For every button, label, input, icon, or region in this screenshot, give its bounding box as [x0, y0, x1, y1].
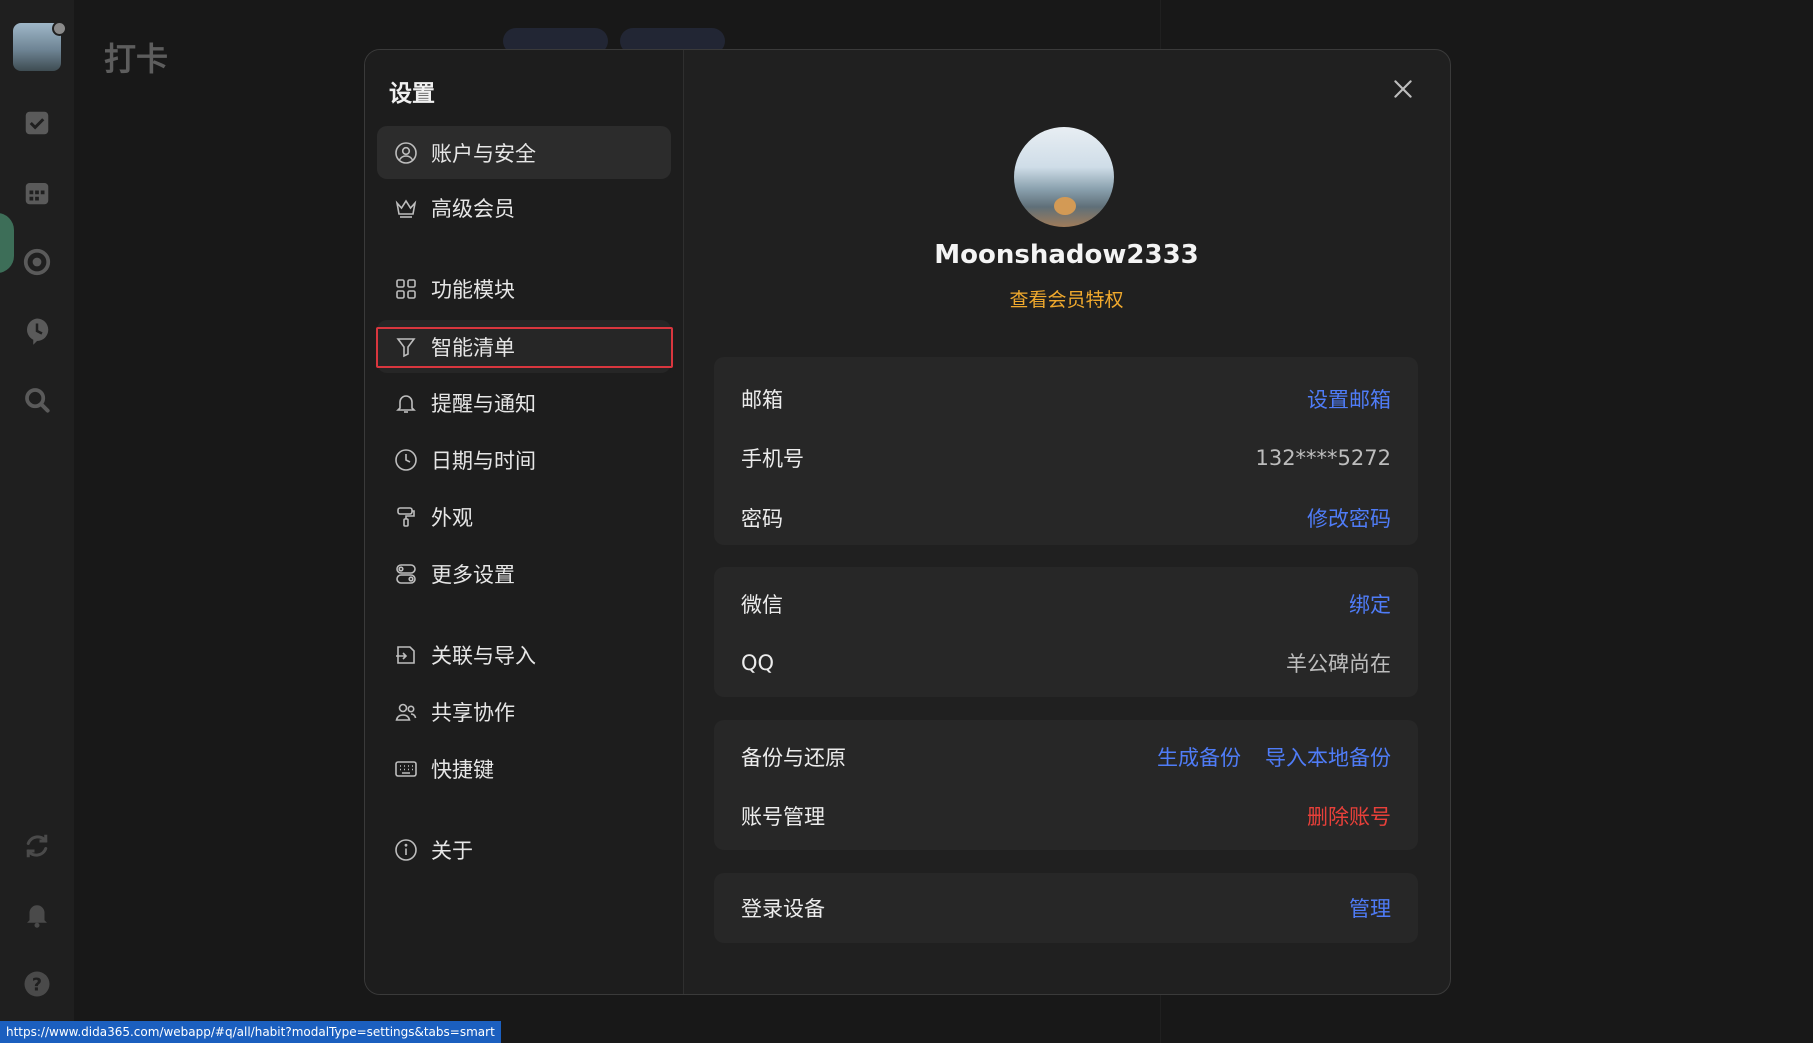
nav-label: 账户与安全	[431, 141, 536, 166]
set-email-link[interactable]: 设置邮箱	[1307, 384, 1391, 414]
page-title: 打卡	[104, 40, 169, 78]
qq-label: QQ	[741, 651, 775, 675]
settings-modal: 设置 账户与安全 高级会员 功能模块 智能清单 提醒与通知 日期与时间 外观 更…	[364, 49, 1451, 995]
phone-label: 手机号	[741, 447, 804, 471]
calendar-icon[interactable]	[20, 176, 54, 210]
account-management-label: 账号管理	[741, 805, 825, 829]
nav-sharing[interactable]: 共享协作	[377, 685, 671, 738]
login-devices-label: 登录设备	[741, 897, 825, 921]
nav-appearance[interactable]: 外观	[377, 490, 671, 543]
highlight-box	[376, 327, 673, 368]
pomodoro-clock-icon[interactable]	[20, 314, 54, 348]
bind-wechat-link[interactable]: 绑定	[1349, 589, 1391, 619]
change-password-link[interactable]: 修改密码	[1307, 503, 1391, 533]
nav-shortcuts[interactable]: 快捷键	[377, 742, 671, 795]
users-icon	[393, 699, 419, 725]
nav-integrations[interactable]: 关联与导入	[377, 628, 671, 681]
profile-avatar[interactable]	[1014, 127, 1114, 227]
nav-reminders[interactable]: 提醒与通知	[377, 376, 671, 429]
nav-account-security[interactable]: 账户与安全	[377, 126, 671, 179]
import-backup-link[interactable]: 导入本地备份	[1265, 742, 1391, 772]
nav-label: 快捷键	[431, 757, 494, 782]
generate-backup-link[interactable]: 生成备份	[1157, 742, 1241, 772]
account-info-card: 邮箱 设置邮箱 手机号 132****5272 密码 修改密码	[714, 357, 1418, 545]
grid-icon	[393, 276, 419, 302]
toggles-icon	[393, 561, 419, 587]
qq-value: 羊公碑尚在	[1286, 652, 1391, 676]
clock-icon	[393, 447, 419, 473]
help-icon[interactable]: ?	[20, 967, 54, 1001]
nav-premium[interactable]: 高级会员	[377, 181, 671, 234]
nav-label: 共享协作	[431, 700, 515, 725]
nav-label: 关于	[431, 838, 473, 863]
user-circle-icon	[393, 140, 419, 166]
import-icon	[393, 642, 419, 668]
svg-text:?: ?	[32, 975, 42, 995]
social-binding-card: 微信 绑定 QQ 羊公碑尚在	[714, 567, 1418, 697]
crown-icon	[393, 195, 419, 221]
phone-value: 132****5272	[1255, 446, 1391, 470]
nav-label: 提醒与通知	[431, 391, 536, 416]
data-management-card: 备份与还原 生成备份 导入本地备份 账号管理 删除账号	[714, 720, 1418, 850]
devices-card: 登录设备 管理	[714, 873, 1418, 943]
nav-label: 外观	[431, 505, 473, 530]
password-label: 密码	[741, 507, 783, 531]
avatar-status-dot	[52, 21, 67, 36]
habit-circle-icon[interactable]	[20, 245, 54, 279]
nav-about[interactable]: 关于	[377, 823, 671, 876]
status-url-bar: https://www.dida365.com/webapp/#q/all/ha…	[0, 1021, 501, 1043]
backup-label: 备份与还原	[741, 746, 846, 770]
nav-modules[interactable]: 功能模块	[377, 262, 671, 315]
info-icon	[393, 837, 419, 863]
email-label: 邮箱	[741, 388, 783, 412]
nav-label: 功能模块	[431, 277, 515, 302]
nav-label: 关联与导入	[431, 643, 536, 668]
username: Moonshadow2333	[934, 240, 1199, 270]
app-sidebar: ?	[0, 0, 74, 1043]
delete-account-link[interactable]: 删除账号	[1307, 801, 1391, 831]
nav-label: 高级会员	[431, 196, 515, 221]
keyboard-icon	[393, 756, 419, 782]
paint-roller-icon	[393, 504, 419, 530]
nav-more-settings[interactable]: 更多设置	[377, 547, 671, 600]
close-icon[interactable]	[1390, 76, 1416, 102]
manage-devices-link[interactable]: 管理	[1349, 893, 1391, 923]
notification-bell-icon[interactable]	[20, 897, 54, 931]
search-icon[interactable]	[20, 383, 54, 417]
wechat-label: 微信	[741, 593, 783, 617]
collapsed-panel-edge[interactable]	[0, 213, 14, 273]
task-check-icon[interactable]	[20, 106, 54, 140]
vip-benefits-link[interactable]: 查看会员特权	[683, 285, 1450, 312]
settings-title: 设置	[389, 81, 435, 107]
settings-nav: 设置 账户与安全 高级会员 功能模块 智能清单 提醒与通知 日期与时间 外观 更…	[365, 50, 684, 994]
bell-icon	[393, 390, 419, 416]
nav-date-time[interactable]: 日期与时间	[377, 433, 671, 486]
nav-label: 日期与时间	[431, 448, 536, 473]
nav-label: 更多设置	[431, 562, 515, 587]
sync-icon[interactable]	[20, 829, 54, 863]
